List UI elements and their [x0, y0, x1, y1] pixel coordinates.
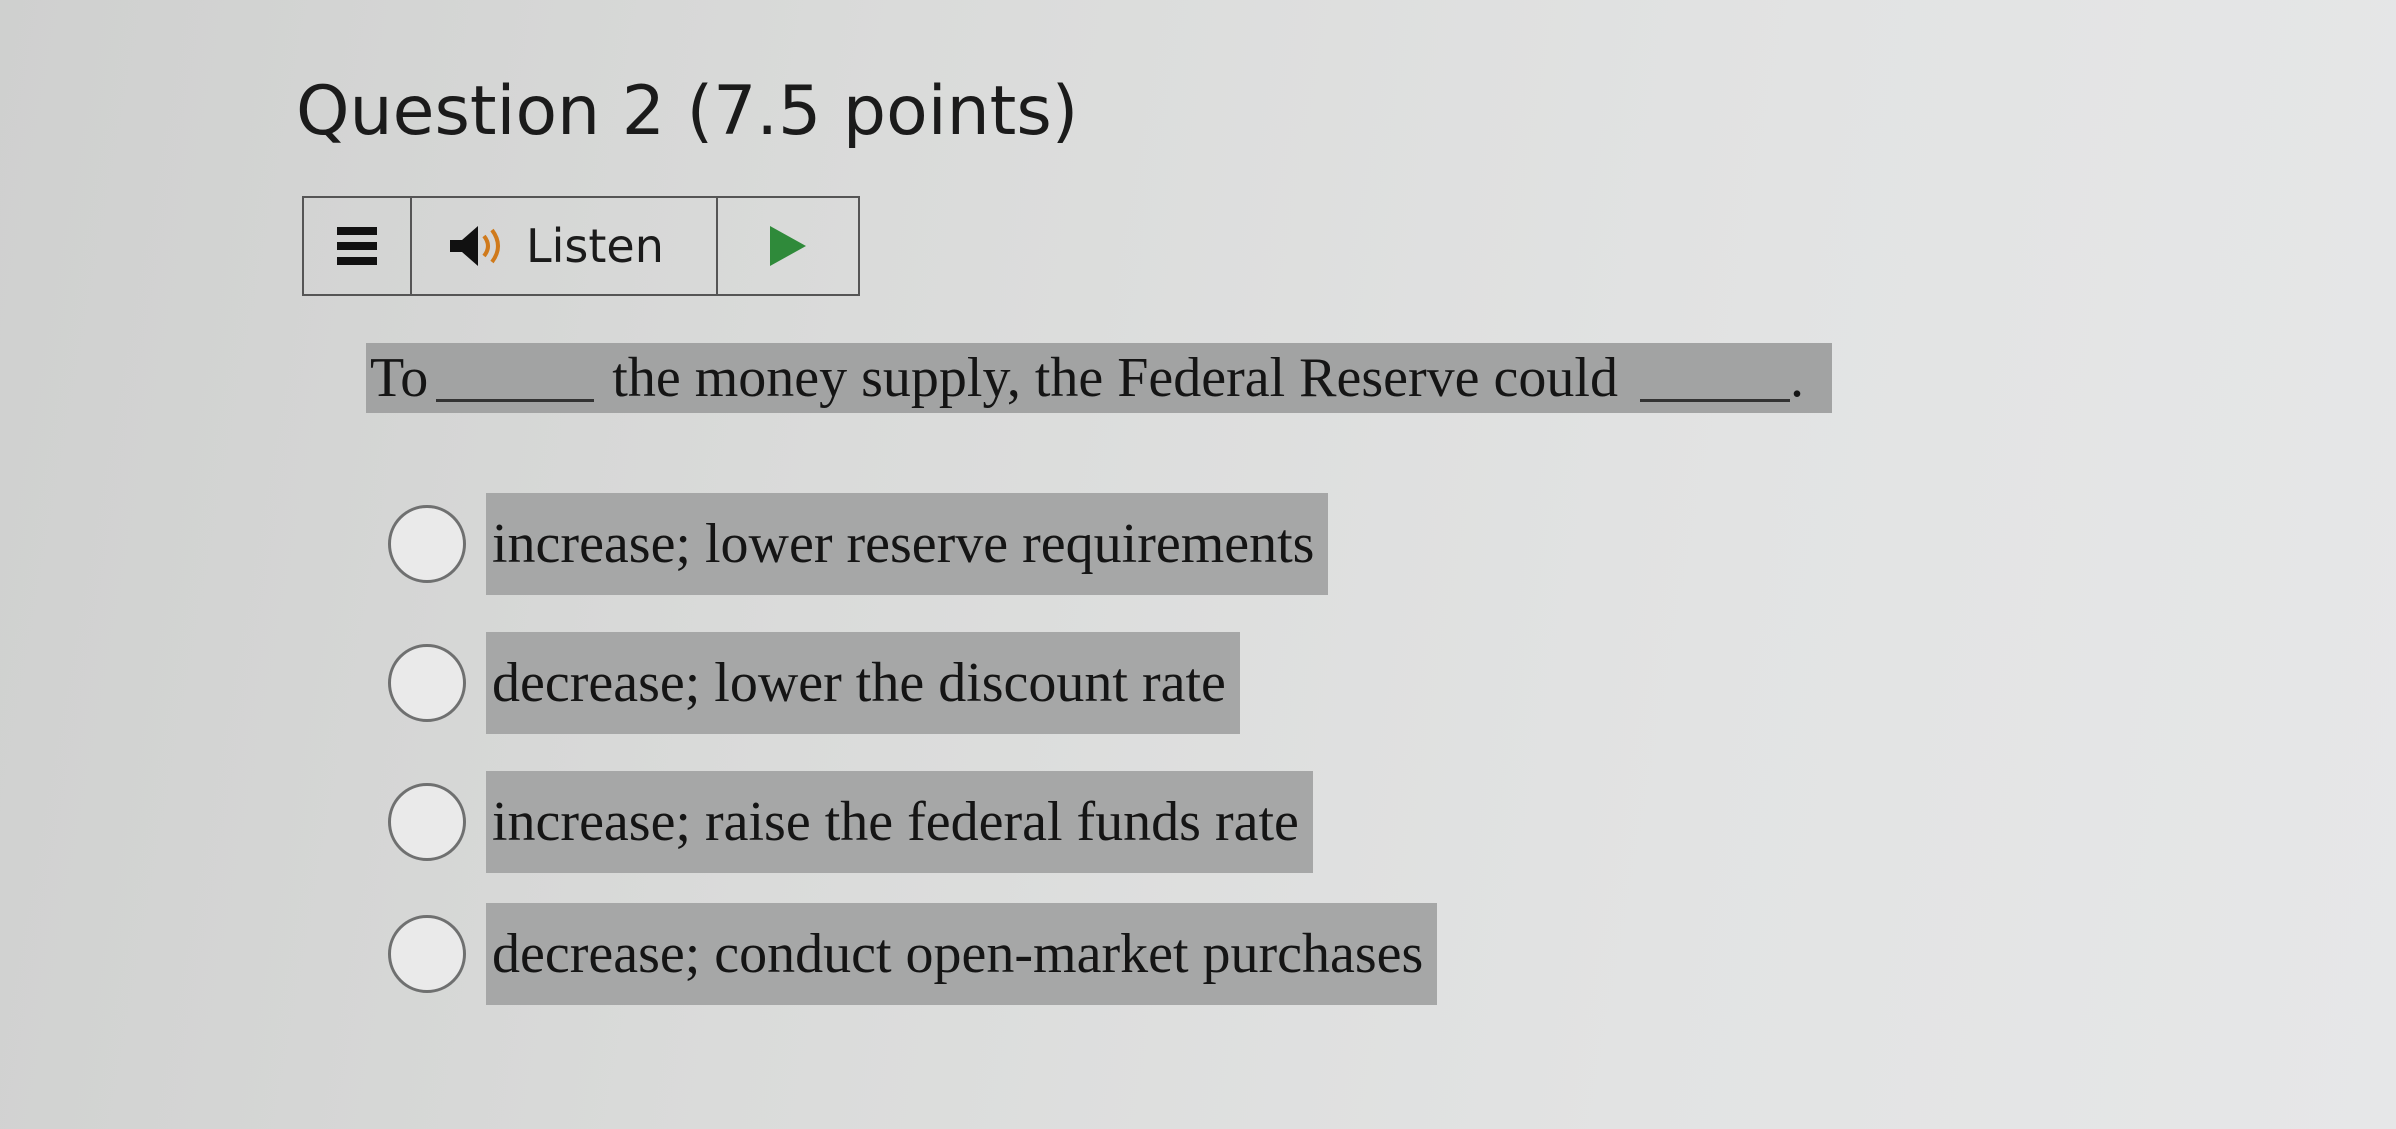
option-label[interactable]: increase; raise the federal funds rate: [486, 771, 1313, 873]
answer-option[interactable]: increase; lower reserve requirements: [388, 493, 1329, 595]
readspeaker-toolbar: Listen: [302, 196, 860, 296]
listen-label: Listen: [526, 219, 664, 273]
stem-blank-1: [436, 355, 595, 402]
play-icon: [770, 226, 806, 266]
listen-button[interactable]: Listen: [412, 198, 718, 294]
question-stem: To the money supply, the Federal Reserve…: [366, 343, 1832, 413]
play-button[interactable]: [718, 198, 858, 294]
stem-text-end: .: [1789, 347, 1804, 409]
radio-button[interactable]: [388, 644, 466, 722]
option-label[interactable]: increase; lower reserve requirements: [486, 493, 1329, 595]
menu-button[interactable]: [304, 198, 412, 294]
option-label[interactable]: decrease; lower the discount rate: [486, 632, 1240, 734]
radio-button[interactable]: [388, 915, 466, 993]
question-title: Question 2 (7.5 points): [296, 72, 1079, 151]
menu-icon: [337, 227, 377, 265]
answer-option[interactable]: increase; raise the federal funds rate: [388, 771, 1313, 873]
stem-text-middle: the money supply, the Federal Reserve co…: [612, 347, 1618, 409]
answer-option[interactable]: decrease; lower the discount rate: [388, 632, 1240, 734]
stem-text-start: To: [370, 347, 429, 409]
stem-blank-2: [1639, 355, 1790, 402]
option-label[interactable]: decrease; conduct open-market purchases: [486, 903, 1438, 1005]
speaker-icon: [450, 226, 500, 266]
radio-button[interactable]: [388, 505, 466, 583]
radio-button[interactable]: [388, 783, 466, 861]
answer-option[interactable]: decrease; conduct open-market purchases: [388, 903, 1438, 1005]
